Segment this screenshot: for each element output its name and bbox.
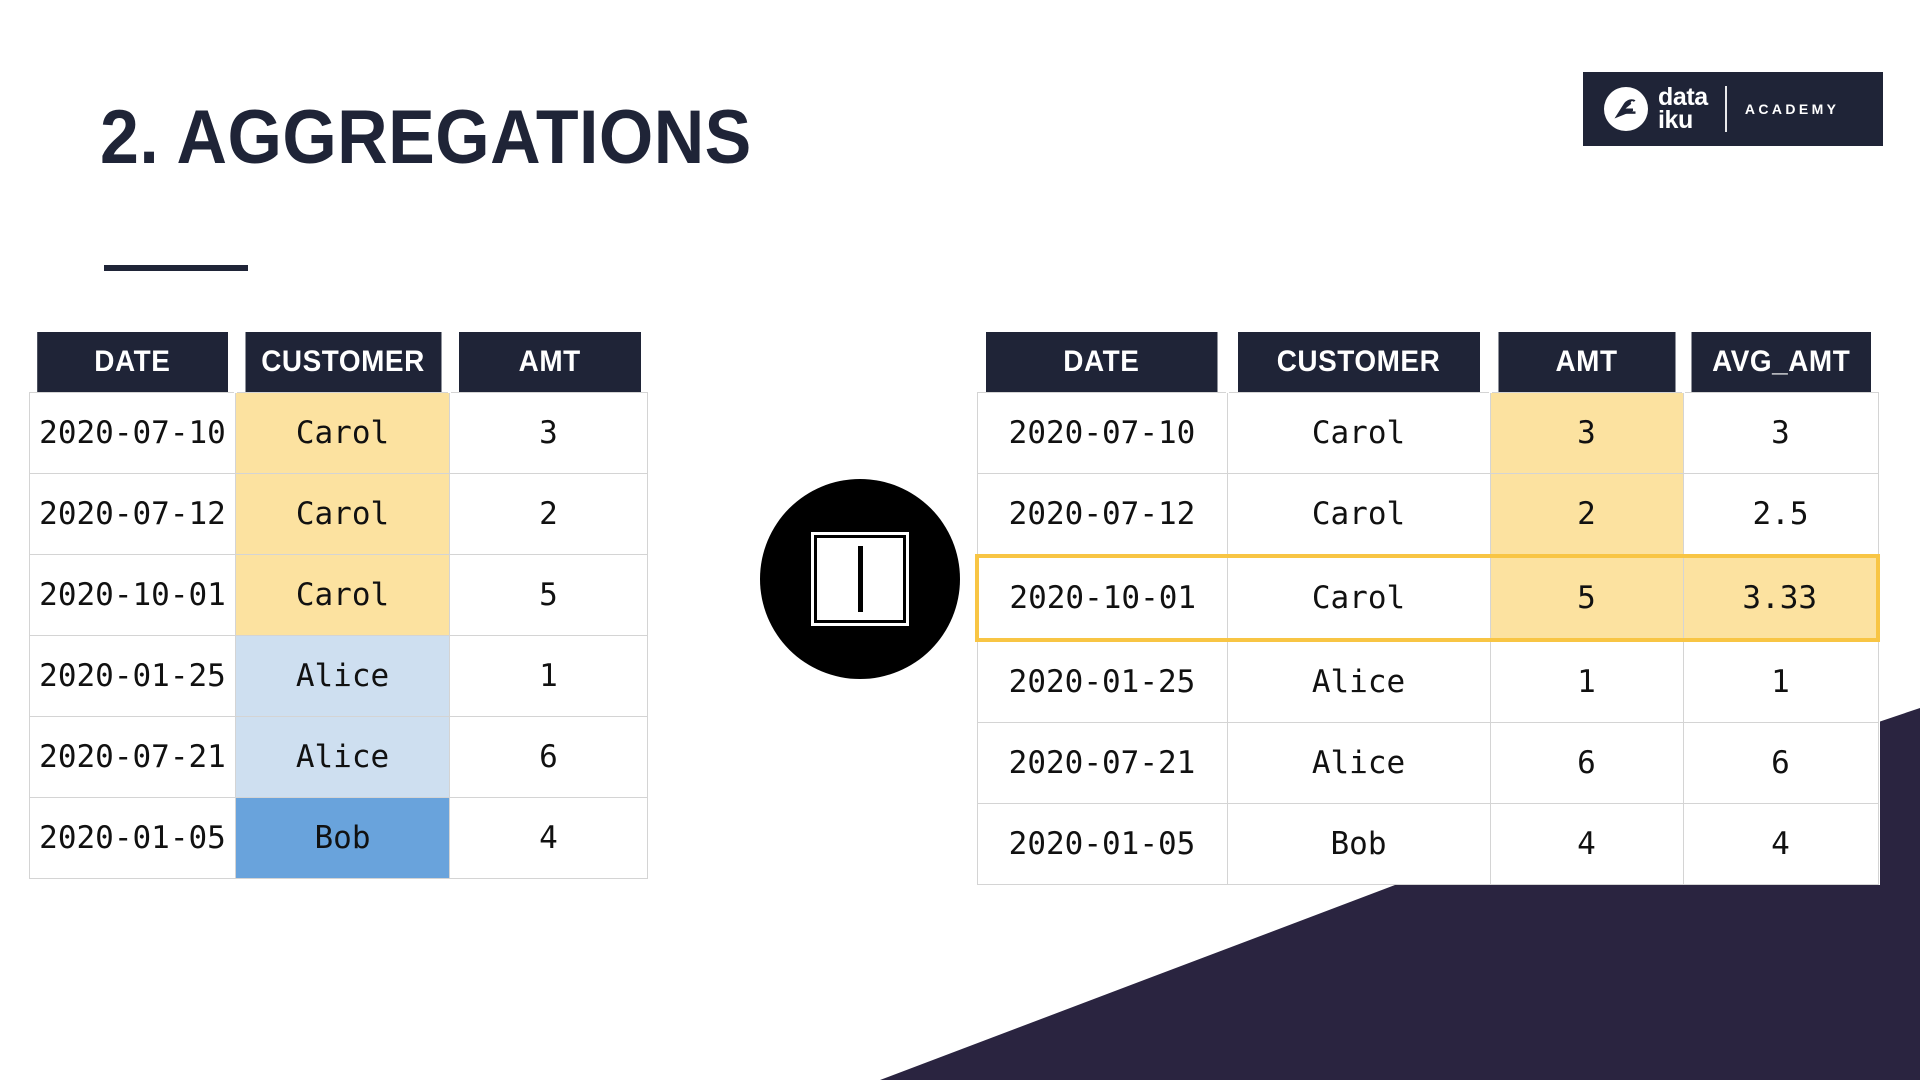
icon-frame-inner	[817, 538, 903, 620]
cell-amt: 1	[449, 635, 648, 717]
title-underline-rule	[104, 265, 248, 271]
split-columns-icon[interactable]	[760, 479, 960, 679]
cell-date: 2020-01-25	[29, 635, 236, 717]
logo-divider	[1724, 86, 1727, 132]
column-header-avg_amt: AVG_AMT	[1688, 332, 1872, 393]
cell-date: 2020-10-01	[29, 554, 236, 636]
cell-date: 2020-07-21	[29, 716, 236, 798]
cell-customer: Carol	[1226, 392, 1491, 474]
cell-customer: Carol	[1226, 473, 1491, 557]
cell-amt: 6	[449, 716, 648, 798]
cell-amt: 4	[1489, 803, 1684, 885]
cell-customer: Alice	[1226, 722, 1491, 804]
table-row: 2020-07-12 Carol 2	[29, 473, 648, 555]
cell-date: 2020-07-10	[976, 392, 1228, 474]
table-row: 2020-07-10 Carol 3	[29, 392, 648, 474]
table-header-row: DATE CUSTOMER AMT AVG_AMT	[977, 332, 1878, 393]
cell-date: 2020-10-01	[975, 554, 1228, 642]
cell-date: 2020-07-10	[29, 392, 236, 474]
column-header-amt: AMT	[1495, 332, 1678, 393]
cell-amt: 4	[449, 797, 648, 879]
table-row: 2020-07-12 Carol 2 2.5	[976, 473, 1879, 557]
cell-date: 2020-07-21	[976, 722, 1228, 804]
cell-date: 2020-07-12	[29, 473, 236, 555]
cell-date: 2020-07-12	[976, 473, 1228, 557]
table-row: 2020-01-05 Bob 4 4	[976, 803, 1879, 885]
column-header-amt: AMT	[455, 332, 641, 393]
logo-academy-label: ACADEMY	[1744, 101, 1840, 117]
page-title: 2. AGGREGATIONS	[100, 95, 752, 180]
cell-customer: Bob	[1226, 803, 1491, 885]
table-row: 2020-07-21 Alice 6 6	[976, 722, 1879, 804]
cell-amt: 5	[449, 554, 648, 636]
table-header-row: DATE CUSTOMER AMT	[30, 332, 648, 393]
cell-avg_amt: 1	[1682, 639, 1879, 723]
cell-customer: Carol	[235, 392, 450, 474]
cell-customer: Alice	[235, 716, 450, 798]
cell-amt: 5	[1489, 554, 1684, 642]
table-row: 2020-01-05 Bob 4	[29, 797, 648, 879]
table-row: 2020-01-25 Alice 1 1	[976, 639, 1879, 723]
table-row: 2020-07-21 Alice 6	[29, 716, 648, 798]
column-header-customer: CUSTOMER	[1234, 332, 1483, 393]
cell-amt: 3	[449, 392, 648, 474]
table-row: 2020-10-01 Carol 5	[29, 554, 648, 636]
cell-amt: 6	[1489, 722, 1684, 804]
icon-pane-left	[825, 546, 858, 612]
cell-avg_amt: 3	[1682, 392, 1879, 474]
cell-customer: Bob	[235, 797, 450, 879]
cell-amt: 2	[1489, 473, 1684, 557]
input-table: DATE CUSTOMER AMT 2020-07-10 Carol 3 2020-07-…	[29, 332, 648, 879]
cell-avg_amt: 3.33	[1682, 554, 1880, 642]
cell-customer: Alice	[1226, 639, 1491, 723]
table-row: 2020-10-01 Carol 5 3.33	[975, 554, 1880, 642]
column-header-date: DATE	[985, 332, 1220, 393]
cell-avg_amt: 4	[1682, 803, 1879, 885]
dataiku-academy-logo: data iku ACADEMY	[1583, 72, 1883, 146]
logo-word-line2: iku	[1658, 106, 1693, 134]
cell-date: 2020-01-25	[976, 639, 1228, 723]
cell-customer: Alice	[235, 635, 450, 717]
cell-date: 2020-01-05	[29, 797, 236, 879]
column-header-customer: CUSTOMER	[241, 332, 444, 393]
icon-pane-right	[862, 546, 895, 612]
cell-date: 2020-01-05	[976, 803, 1228, 885]
cell-customer: Carol	[235, 473, 450, 555]
column-header-date: DATE	[36, 332, 230, 393]
cell-amt: 1	[1489, 639, 1684, 723]
cell-customer: Carol	[1226, 554, 1491, 642]
cell-avg_amt: 6	[1682, 722, 1879, 804]
cell-amt: 3	[1489, 392, 1684, 474]
table-row: 2020-07-10 Carol 3 3	[976, 392, 1879, 474]
dataiku-bird-icon	[1604, 87, 1648, 131]
table-row: 2020-01-25 Alice 1	[29, 635, 648, 717]
cell-customer: Carol	[235, 554, 450, 636]
icon-frame-outer	[811, 532, 909, 626]
output-table: DATE CUSTOMER AMT AVG_AMT 2020-07-10 Carol 3 3…	[975, 332, 1880, 885]
cell-avg_amt: 2.5	[1682, 473, 1879, 557]
cell-amt: 2	[449, 473, 648, 555]
